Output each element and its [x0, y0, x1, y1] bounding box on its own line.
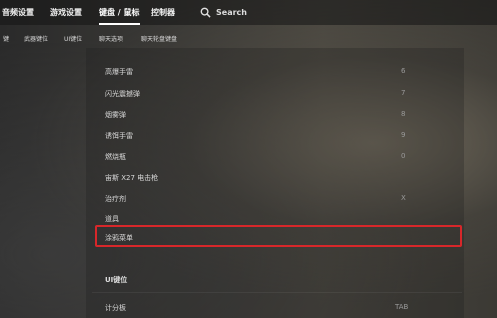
subnav-item-ui-keys[interactable]: UI键位	[64, 34, 82, 43]
keybind-row[interactable]: 宙斯 X27 电击枪	[92, 167, 462, 189]
keybind-row[interactable]: 治疗剂 X	[92, 188, 462, 210]
keybind-row[interactable]: 计分板 TAB	[92, 297, 462, 318]
section-title-ui-keys: UI键位	[105, 276, 128, 284]
section-divider	[92, 292, 462, 293]
keybind-label: 计分板	[105, 304, 126, 312]
keybind-key[interactable]: 9	[401, 131, 405, 139]
tab-controller[interactable]: 控制器	[151, 0, 175, 25]
keybind-label: 闪光震撼弹	[105, 90, 140, 98]
keybind-row[interactable]: 烟雾弹 8	[92, 104, 462, 126]
keybind-key[interactable]: 7	[401, 89, 405, 97]
search-icon	[200, 7, 211, 18]
keybind-key[interactable]: 8	[401, 110, 405, 118]
search-label: Search	[216, 8, 247, 17]
keybind-key[interactable]: TAB	[395, 303, 408, 311]
subnav-item-chat-wheel[interactable]: 聊天轮盘键盘	[141, 34, 177, 43]
keybind-row[interactable]: 高爆手雷 6	[92, 61, 462, 83]
keybind-row[interactable]: 闪光震撼弹 7	[92, 83, 462, 105]
subnav-item-keys[interactable]: 键	[3, 34, 9, 43]
search-box[interactable]: Search	[200, 0, 247, 25]
keybind-key[interactable]: X	[401, 194, 406, 202]
tab-audio-settings[interactable]: 音频设置	[2, 0, 34, 25]
keybind-row[interactable]: 诱饵手雷 9	[92, 125, 462, 147]
keybind-label: 宙斯 X27 电击枪	[105, 174, 159, 182]
highlight-box	[95, 225, 462, 247]
keybind-label: 烟雾弹	[105, 111, 126, 119]
subnav-item-chat-options[interactable]: 聊天选项	[99, 34, 123, 43]
keybind-key[interactable]: 0	[401, 152, 405, 160]
keybind-label: 诱饵手雷	[105, 132, 133, 140]
keybind-row[interactable]: 燃烧瓶 0	[92, 146, 462, 168]
keybind-label: 燃烧瓶	[105, 153, 126, 161]
top-navigation: 音频设置 游戏设置 键盘 / 鼠标 控制器 Search	[0, 0, 497, 25]
sub-navigation: 键 武器键位 UI键位 聊天选项 聊天轮盘键盘	[0, 30, 497, 48]
keybind-label: 治疗剂	[105, 195, 126, 203]
keybind-label: 道具	[105, 215, 119, 223]
tab-game-settings[interactable]: 游戏设置	[50, 0, 82, 25]
tab-keyboard-mouse[interactable]: 键盘 / 鼠标	[99, 0, 140, 25]
keybind-key[interactable]: 6	[401, 67, 405, 75]
keybind-label: 高爆手雷	[105, 68, 133, 76]
subnav-item-weapon-keys[interactable]: 武器键位	[24, 34, 48, 43]
